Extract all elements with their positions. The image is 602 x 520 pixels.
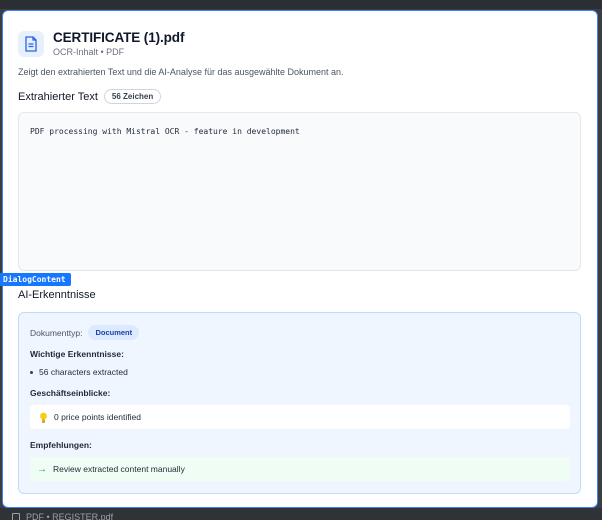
dialog-subtitle: OCR-Inhalt • PDF	[53, 47, 125, 57]
char-count-badge: 56 Zeichen	[103, 89, 162, 104]
lightbulb-icon	[40, 412, 47, 423]
background-file-name: PDF • REGISTER.pdf	[26, 512, 114, 520]
ai-insights-heading: AI-Erkenntnisse	[18, 289, 96, 301]
key-insights-label: Wichtige Erkenntnisse:	[30, 349, 124, 359]
recommendation-card: → Review extracted content manually	[30, 457, 570, 481]
file-icon	[12, 512, 20, 520]
background-file-list: PDF • REGISTER.pdf	[0, 508, 602, 520]
doc-type-badge: Document	[88, 325, 140, 340]
debug-component-tag: DialogContent	[0, 273, 71, 286]
page-backdrop	[0, 0, 602, 9]
recommendation-text: Review extracted content manually	[53, 464, 185, 474]
dialog-title: CERTIFICATE (1).pdf	[53, 30, 185, 45]
extracted-text-heading: Extrahierter Text	[18, 90, 98, 103]
dialog-header: CERTIFICATE (1).pdf OCR-Inhalt • PDF	[18, 30, 184, 57]
business-insight-card: 0 price points identified	[30, 405, 570, 429]
key-insight-text: 56 characters extracted	[39, 367, 128, 377]
ocr-content-dialog: CERTIFICATE (1).pdf OCR-Inhalt • PDF Zei…	[2, 10, 598, 508]
arrow-right-icon: →	[37, 463, 47, 475]
ai-insights-header: AI-Erkenntnisse	[18, 289, 96, 301]
extracted-text-header: Extrahierter Text 56 Zeichen	[18, 89, 162, 104]
document-type-row: Dokumenttyp: Document	[30, 325, 569, 340]
business-insights-label: Geschäftseinblicke:	[30, 388, 111, 398]
extracted-text-area[interactable]: PDF processing with Mistral OCR - featur…	[18, 112, 581, 271]
doc-type-label: Dokumenttyp:	[30, 327, 83, 338]
business-insight-text: 0 price points identified	[54, 412, 141, 422]
background-file-item: PDF • REGISTER.pdf	[12, 512, 113, 520]
ai-analysis-panel: Dokumenttyp: Document Wichtige Erkenntni…	[18, 312, 581, 494]
recommendations-label: Empfehlungen:	[30, 440, 92, 450]
document-icon	[18, 30, 44, 57]
dialog-description: Zeigt den extrahierten Text und die AI-A…	[18, 67, 344, 77]
bullet-icon	[30, 370, 33, 374]
extracted-text-content: PDF processing with Mistral OCR - featur…	[30, 127, 300, 136]
list-item: 56 characters extracted	[30, 367, 569, 377]
